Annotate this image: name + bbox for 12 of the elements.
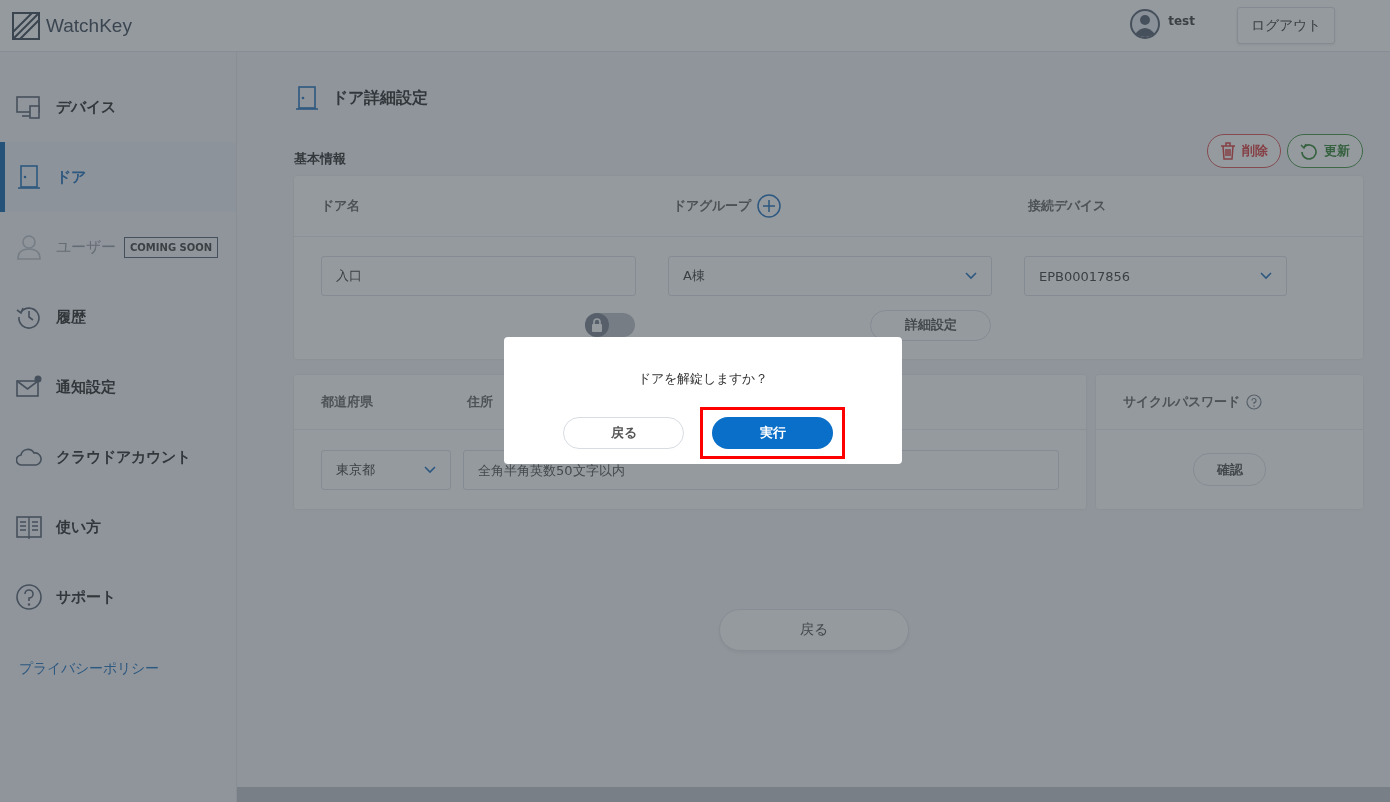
field-label: ドア名: [321, 197, 361, 215]
field-label: ドアグループ: [673, 197, 751, 215]
section-title: 基本情報: [294, 150, 346, 168]
dialog-message: ドアを解錠しますか？: [637, 370, 769, 388]
field-label: 都道府県: [321, 393, 374, 411]
user-name: test: [1168, 13, 1195, 28]
coming-soon-badge: COMING SOON: [124, 236, 219, 258]
field-label: サイクルパスワード: [1123, 393, 1240, 411]
field-label: 接続デバイス: [1028, 197, 1106, 215]
page-title: ドア詳細設定: [332, 87, 428, 109]
field-label: 住所: [467, 393, 493, 411]
logo-text: WatchKey: [46, 14, 132, 37]
